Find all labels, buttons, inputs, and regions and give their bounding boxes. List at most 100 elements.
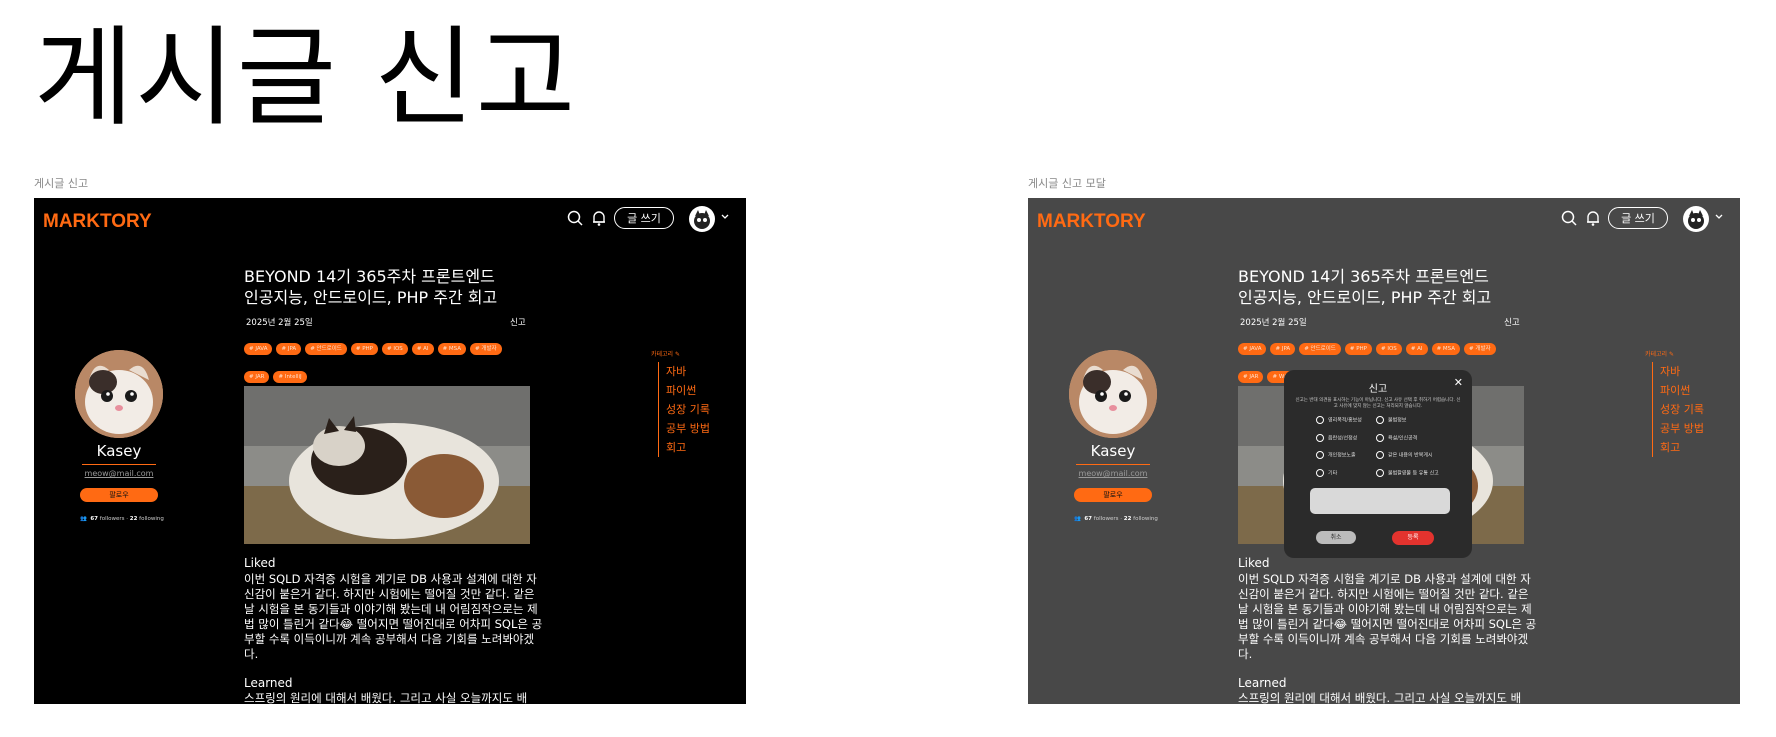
profile-name: Kasey — [96, 442, 142, 460]
cancel-button[interactable]: 취소 — [1316, 531, 1356, 544]
report-button[interactable]: 신고 — [1504, 316, 1520, 328]
report-option[interactable]: 불법정보 — [1376, 416, 1406, 424]
category-item[interactable]: 파이썬 — [666, 381, 710, 400]
section-learned-body: 스프링의 원리에 대해서 배웠다. 그리고 사실 오늘까지도 배 — [244, 691, 528, 704]
section-learned-body: 스프링의 원리에 대해서 배웠다. 그리고 사실 오늘까지도 배 — [1238, 691, 1522, 704]
people-icon: 👥 — [1074, 516, 1081, 522]
close-icon[interactable]: ✕ — [1454, 376, 1463, 389]
category-item[interactable]: 회고 — [1660, 438, 1704, 457]
category-item[interactable]: 성장 기록 — [1660, 400, 1704, 419]
category-item[interactable]: 자바 — [1660, 362, 1704, 381]
follow-button[interactable]: 팔로우 — [1074, 488, 1152, 502]
post-page-frame: MARKTORY 글 쓰기 Kasey meow@mail.com 팔로우 👥 … — [34, 198, 746, 704]
radio-icon — [1376, 416, 1384, 424]
write-post-button[interactable]: 글 쓰기 — [1608, 207, 1668, 229]
search-icon[interactable] — [566, 209, 584, 227]
frame-label: 게시글 신고 — [34, 177, 89, 190]
follow-stats: 👥 67 followers · 22 following — [80, 516, 164, 522]
profile-avatar — [1069, 350, 1157, 438]
profile-name: Kasey — [1090, 442, 1136, 460]
report-modal: 신고 ✕ 신고는 반대 의견을 표시하는 기능이 아닙니다. 신고 사유 선택 … — [1284, 370, 1472, 558]
report-option[interactable]: 음란성/선정성 — [1316, 434, 1357, 442]
page-title: 게시글 신고 — [34, 16, 578, 141]
tag[interactable]: # JAR — [1238, 371, 1264, 383]
radio-icon — [1316, 434, 1324, 442]
category-item[interactable]: 성장 기록 — [666, 400, 710, 419]
tag[interactable]: # 개발자 — [470, 343, 502, 355]
user-avatar[interactable] — [1683, 206, 1709, 232]
radio-icon — [1316, 451, 1324, 459]
tag-list: # JAVA # JPA # 안드로이드 # PHP # IOS # AI # MSA # 개… — [244, 335, 534, 391]
report-option[interactable]: 기타 — [1316, 469, 1337, 477]
radio-icon — [1376, 434, 1384, 442]
post-image — [244, 386, 530, 544]
section-liked-body: 이번 SQLD 자격증 시험을 계기로 DB 사용과 설계에 대한 자신감이 붙… — [244, 572, 543, 661]
section-liked-title: Liked — [244, 556, 276, 570]
tag[interactable]: # IntelliJ — [273, 371, 307, 383]
post-date: 2025년 2월 25일 — [1240, 318, 1307, 328]
bell-icon[interactable] — [1584, 209, 1602, 227]
tag[interactable]: # 안드로이드 — [305, 343, 347, 355]
radio-icon — [1316, 469, 1324, 477]
report-modal-frame: MARKTORY 글 쓰기 Kasey meow@mail.com 팔로우 👥 … — [1028, 198, 1740, 704]
tag[interactable]: # IOS — [382, 343, 408, 355]
post-date: 2025년 2월 25일 — [246, 318, 313, 328]
post-title: BEYOND 14기 365주차 프론트엔드 인공지능, 안드로이드, PHP … — [244, 267, 498, 307]
modal-description: 신고는 반대 의견을 표시하는 기능이 아닙니다. 신고 사유 선택 후 취하기… — [1295, 398, 1461, 409]
category-header[interactable]: 카테고리 ✎ — [651, 349, 680, 358]
tag[interactable]: # AI — [411, 343, 434, 355]
tag[interactable]: # JAR — [244, 371, 270, 383]
marktory-logo[interactable]: MARKTORY — [43, 208, 169, 232]
report-option[interactable]: 개인정보노출 — [1316, 451, 1356, 459]
bell-icon[interactable] — [590, 209, 608, 227]
chevron-down-icon[interactable] — [720, 212, 730, 222]
tag[interactable]: # PHP — [1344, 343, 1372, 355]
tag[interactable]: # 안드로이드 — [1299, 343, 1341, 355]
post-title: BEYOND 14기 365주차 프론트엔드 인공지능, 안드로이드, PHP … — [1238, 267, 1492, 307]
tag[interactable]: # MSA — [437, 343, 467, 355]
marktory-logo[interactable]: MARKTORY — [1037, 208, 1163, 232]
profile-email[interactable]: meow@mail.com — [1058, 469, 1168, 478]
user-avatar[interactable] — [689, 206, 715, 232]
follow-button[interactable]: 팔로우 — [80, 488, 158, 502]
category-item[interactable]: 공부 방법 — [666, 419, 710, 438]
name-underline — [82, 464, 156, 465]
frame-label: 게시글 신고 모달 — [1028, 177, 1106, 190]
chevron-down-icon[interactable] — [1714, 212, 1724, 222]
category-header[interactable]: 카테고리 ✎ — [1645, 349, 1674, 358]
section-learned-title: Learned — [244, 676, 293, 690]
category-list: 자바 파이썬 성장 기록 공부 방법 회고 — [658, 362, 710, 457]
search-icon[interactable] — [1560, 209, 1578, 227]
tag[interactable]: # AI — [1405, 343, 1428, 355]
report-button[interactable]: 신고 — [510, 316, 526, 328]
tag[interactable]: # PHP — [350, 343, 378, 355]
tag[interactable]: # JPA — [276, 343, 302, 355]
report-option[interactable]: 영리목적/홍보성 — [1316, 416, 1362, 424]
section-liked-body: 이번 SQLD 자격증 시험을 계기로 DB 사용과 설계에 대한 자신감이 붙… — [1238, 572, 1537, 661]
section-learned-title: Learned — [1238, 676, 1287, 690]
profile-avatar — [75, 350, 163, 438]
report-option[interactable]: 불법촬영물 등 유통 신고 — [1376, 469, 1439, 477]
category-list: 자바 파이썬 성장 기록 공부 방법 회고 — [1652, 362, 1704, 457]
tag[interactable]: # MSA — [1431, 343, 1461, 355]
name-underline — [1076, 464, 1150, 465]
tag[interactable]: # JPA — [1270, 343, 1296, 355]
radio-icon — [1376, 451, 1384, 459]
report-option[interactable]: 같은 내용의 반복게시 — [1376, 451, 1433, 459]
submit-report-button[interactable]: 등록 — [1392, 531, 1434, 545]
category-item[interactable]: 공부 방법 — [1660, 419, 1704, 438]
write-post-button[interactable]: 글 쓰기 — [614, 207, 674, 229]
tag[interactable]: # JAVA — [244, 343, 273, 355]
people-icon: 👥 — [80, 516, 87, 522]
tag[interactable]: # 개발자 — [1464, 343, 1496, 355]
radio-icon — [1316, 416, 1324, 424]
category-item[interactable]: 파이썬 — [1660, 381, 1704, 400]
profile-email[interactable]: meow@mail.com — [64, 469, 174, 478]
report-reason-textarea[interactable] — [1310, 488, 1450, 514]
category-item[interactable]: 자바 — [666, 362, 710, 381]
svg-text:MARKTORY: MARKTORY — [1037, 211, 1146, 232]
category-item[interactable]: 회고 — [666, 438, 710, 457]
report-option[interactable]: 욕설/인신공격 — [1376, 434, 1417, 442]
tag[interactable]: # JAVA — [1238, 343, 1267, 355]
tag[interactable]: # IOS — [1376, 343, 1402, 355]
